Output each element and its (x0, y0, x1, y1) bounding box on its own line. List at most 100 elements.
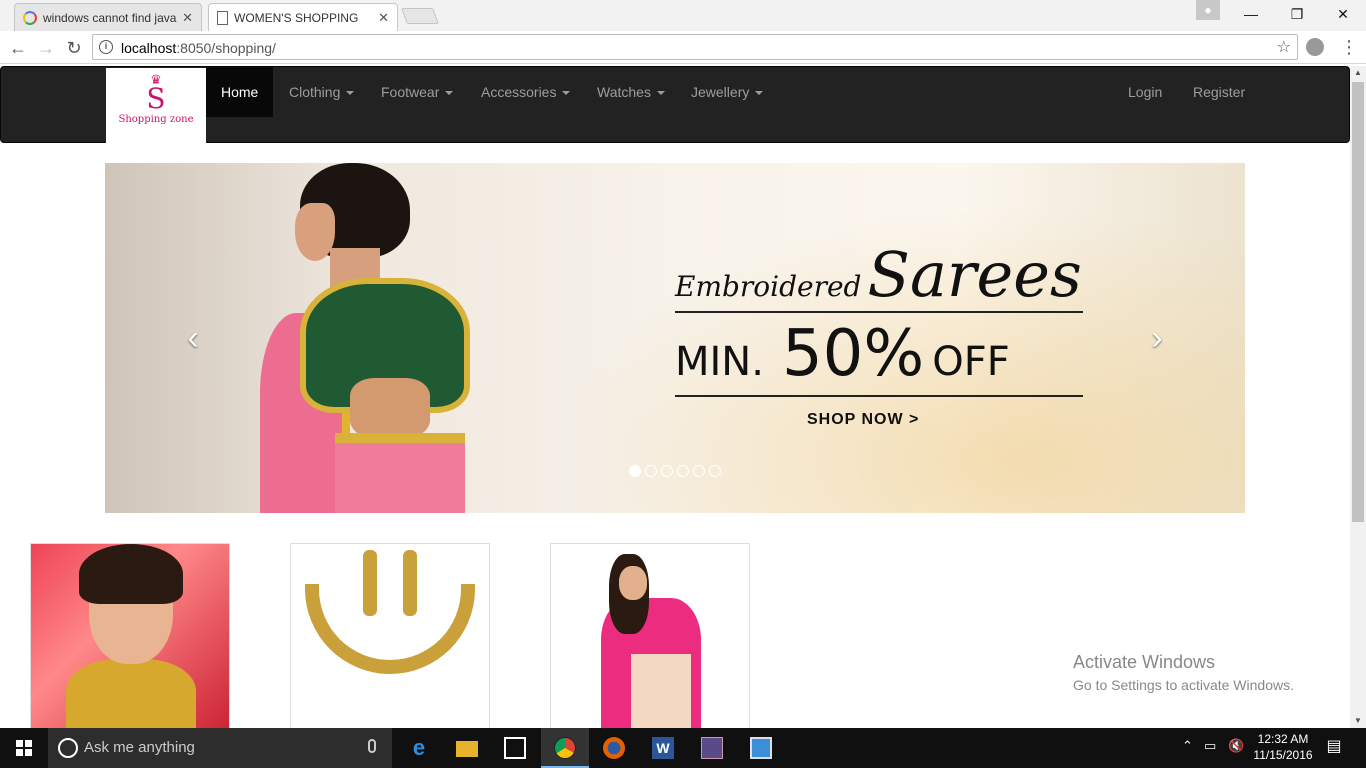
tab-google-search[interactable]: windows cannot find java ✕ (14, 3, 202, 31)
menu-dots-icon[interactable]: ⋮ (1340, 36, 1358, 58)
volume-muted-icon[interactable]: 🔇 (1228, 738, 1244, 754)
nav-home[interactable]: Home (206, 67, 274, 117)
url-text: localhost:8050/shopping/ (121, 40, 276, 56)
google-icon (23, 10, 37, 25)
hero-carousel[interactable]: EmbroideredSarees MIN. 50% OFF SHOP NOW > … (105, 163, 1245, 513)
user-profile-icon[interactable]: ● (1196, 0, 1220, 20)
word-icon: W (652, 737, 674, 759)
back-arrow-icon[interactable]: ← (6, 36, 30, 60)
product-thumb-saree[interactable] (550, 543, 750, 733)
clock-time: 12:32 AM (1257, 732, 1309, 746)
carousel-indicators (629, 465, 721, 477)
caret-down-icon (445, 91, 454, 96)
carousel-next-icon[interactable]: › (1137, 318, 1177, 358)
nav-register[interactable]: Register (1178, 67, 1260, 117)
brand-letter: S (146, 82, 166, 115)
store-icon (504, 737, 526, 759)
caret-down-icon (755, 91, 764, 96)
caret-down-icon (562, 91, 571, 96)
shop-now-link[interactable]: SHOP NOW > (807, 411, 1085, 429)
cortana-icon (58, 738, 78, 758)
scroll-up-icon[interactable]: ▲ (1350, 66, 1366, 80)
action-center-icon[interactable]: ▤ (1322, 736, 1346, 760)
info-icon[interactable]: i (99, 40, 113, 54)
new-tab-button[interactable] (401, 8, 439, 24)
carousel-dot[interactable] (645, 465, 657, 477)
network-icon[interactable]: ▭ (1204, 738, 1216, 754)
chevron-up-icon[interactable]: ⌃ (1182, 738, 1193, 754)
activate-windows-watermark: Activate Windows Go to Settings to activ… (1073, 652, 1294, 693)
divider (675, 395, 1083, 397)
app2-icon (750, 737, 772, 759)
nav-clothing[interactable]: Clothing (274, 67, 369, 117)
extension-icon[interactable] (1306, 38, 1324, 56)
site-navbar: ♛ S Shopping zone Home Clothing Footwear… (0, 66, 1350, 143)
tab-title: windows cannot find java (43, 10, 177, 25)
promo-off: OFF (932, 339, 1010, 385)
carousel-dot[interactable] (709, 465, 721, 477)
app2-taskbar-button[interactable] (737, 728, 785, 768)
store-taskbar-button[interactable] (491, 728, 539, 768)
clock-date: 11/15/2016 (1253, 748, 1313, 762)
search-placeholder: Ask me anything (84, 739, 195, 756)
folder-icon (456, 741, 478, 757)
carousel-dot[interactable] (677, 465, 689, 477)
explorer-taskbar-button[interactable] (443, 728, 491, 768)
carousel-dot[interactable] (693, 465, 705, 477)
restore-button[interactable]: ❐ (1274, 0, 1320, 28)
app-taskbar-button[interactable] (688, 728, 736, 768)
edge-taskbar-button[interactable]: e (395, 728, 443, 768)
windows-taskbar: Ask me anything e W ⌃ ▭ 🔇 12:32 AM 11/15… (0, 728, 1366, 768)
page-scrollbar[interactable]: ▲ ▼ (1350, 66, 1366, 728)
carousel-prev-icon[interactable]: ‹ (173, 318, 213, 358)
saree-model-image (255, 163, 475, 513)
address-bar[interactable]: i localhost:8050/shopping/ ☆ (92, 34, 1298, 60)
app-icon (701, 737, 723, 759)
firefox-icon (603, 737, 625, 759)
nav-watches[interactable]: Watches (582, 67, 680, 117)
nav-jewellery[interactable]: Jewellery (676, 67, 778, 117)
page-icon (217, 10, 228, 25)
browser-tabstrip: windows cannot find java ✕ WOMEN'S SHOPP… (0, 0, 1366, 31)
nav-login[interactable]: Login (1113, 67, 1177, 117)
carousel-dot[interactable] (661, 465, 673, 477)
browser-toolbar: ← → ↻ i localhost:8050/shopping/ ☆ (0, 31, 1366, 64)
minimize-button[interactable]: — (1228, 0, 1274, 28)
promo-banner: EmbroideredSarees MIN. 50% OFF SHOP NOW > (675, 238, 1085, 429)
promo-line1-b: Sarees (867, 238, 1082, 311)
word-taskbar-button[interactable]: W (639, 728, 687, 768)
promo-line1-a: Embroidered (675, 270, 862, 303)
firefox-taskbar-button[interactable] (590, 728, 638, 768)
tab-womens-shopping[interactable]: WOMEN'S SHOPPING ✕ (208, 3, 398, 31)
chrome-taskbar-button[interactable] (541, 728, 589, 768)
system-clock[interactable]: 12:32 AM 11/15/2016 (1248, 731, 1318, 763)
scrollbar-thumb[interactable] (1352, 82, 1364, 522)
windows-logo-icon (16, 740, 32, 756)
close-window-button[interactable]: ✕ (1320, 0, 1366, 28)
divider (675, 311, 1083, 313)
edge-icon: e (412, 735, 426, 760)
close-tab-icon[interactable]: ✕ (378, 10, 389, 26)
reload-icon[interactable]: ↻ (62, 36, 86, 60)
caret-down-icon (656, 91, 665, 96)
start-button[interactable] (0, 728, 48, 768)
close-tab-icon[interactable]: ✕ (182, 10, 193, 26)
scroll-down-icon[interactable]: ▼ (1350, 714, 1366, 728)
watermark-subtitle: Go to Settings to activate Windows. (1073, 677, 1294, 693)
tab-title: WOMEN'S SHOPPING (234, 10, 359, 25)
chrome-icon (554, 737, 576, 759)
watermark-title: Activate Windows (1073, 652, 1216, 672)
microphone-icon[interactable] (368, 739, 376, 753)
carousel-dot[interactable] (629, 465, 641, 477)
brand-name: Shopping zone (118, 114, 194, 125)
forward-arrow-icon[interactable]: → (34, 36, 58, 60)
nav-accessories[interactable]: Accessories (466, 67, 585, 117)
promo-percent: 50% (781, 317, 925, 391)
promo-min: MIN. (675, 339, 764, 385)
brand-logo[interactable]: ♛ S Shopping zone (106, 68, 206, 143)
nav-footwear[interactable]: Footwear (366, 67, 468, 117)
cortana-search-box[interactable]: Ask me anything (48, 728, 392, 768)
bookmark-star-icon[interactable]: ☆ (1277, 37, 1291, 57)
product-thumb-bridal[interactable] (30, 543, 230, 733)
product-thumb-necklace[interactable] (290, 543, 490, 733)
